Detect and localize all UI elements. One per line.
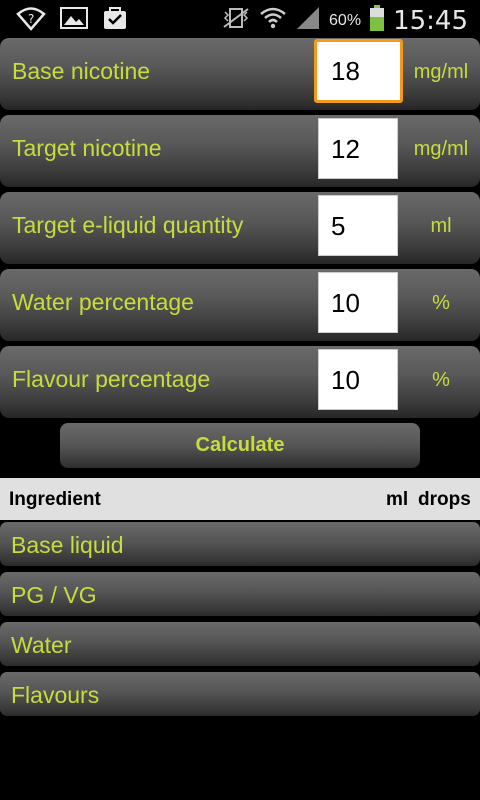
drops-column-header: drops — [418, 489, 471, 510]
result-row-pg-vg: PG / VG — [0, 572, 480, 616]
system-indicators: 60% 15:45 — [221, 4, 468, 37]
base-nicotine-label: Base nicotine — [12, 58, 151, 84]
target-quantity-input[interactable]: 5 — [318, 195, 398, 256]
flavour-percentage-input[interactable]: 10 — [318, 349, 398, 410]
battery-percent: 60% — [329, 11, 362, 29]
ml-column-header: ml — [386, 489, 409, 510]
target-nicotine-row: Target nicotine 12 mg/ml — [0, 115, 480, 187]
vibrate-mute-icon — [221, 6, 251, 35]
image-icon — [60, 6, 88, 35]
notification-icons: ? — [16, 5, 128, 36]
base-nicotine-unit: mg/ml — [413, 61, 469, 83]
result-label: Base liquid — [11, 532, 124, 558]
status-bar: ? 60% 15:45 — [0, 0, 480, 38]
result-row-water: Water — [0, 622, 480, 666]
water-percentage-label: Water percentage — [12, 289, 194, 315]
target-nicotine-unit: mg/ml — [413, 138, 469, 160]
checkbox-bag-icon — [102, 5, 128, 36]
target-quantity-label: Target e-liquid quantity — [12, 212, 244, 238]
svg-text:?: ? — [28, 12, 34, 26]
wifi-question-icon: ? — [16, 5, 46, 36]
battery-icon — [369, 4, 385, 37]
wifi-icon — [259, 6, 287, 35]
result-label: PG / VG — [11, 582, 97, 608]
ingredient-column-header: Ingredient — [9, 489, 101, 510]
result-row-flavours: Flavours — [0, 672, 480, 716]
base-nicotine-input[interactable]: 18 — [314, 39, 403, 103]
flavour-percentage-row: Flavour percentage 10 % — [0, 346, 480, 418]
result-label: Water — [11, 632, 72, 658]
target-quantity-unit: ml — [430, 215, 452, 237]
target-nicotine-label: Target nicotine — [12, 135, 162, 161]
water-percentage-input[interactable]: 10 — [318, 272, 398, 333]
result-label: Flavours — [11, 682, 100, 708]
calculate-button[interactable]: Calculate — [60, 423, 420, 468]
flavour-percentage-unit: % — [432, 369, 450, 391]
flavour-percentage-label: Flavour percentage — [12, 366, 211, 392]
signal-icon — [295, 5, 321, 36]
clock: 15:45 — [393, 5, 468, 36]
result-row-base-liquid: Base liquid — [0, 522, 480, 566]
water-percentage-row: Water percentage 10 % — [0, 269, 480, 341]
results-table-header: Ingredient ml drops — [0, 478, 480, 520]
water-percentage-unit: % — [432, 292, 450, 314]
target-quantity-row: Target e-liquid quantity 5 ml — [0, 192, 480, 264]
base-nicotine-row: Base nicotine 18 mg/ml — [0, 38, 480, 110]
target-nicotine-input[interactable]: 12 — [318, 118, 398, 179]
